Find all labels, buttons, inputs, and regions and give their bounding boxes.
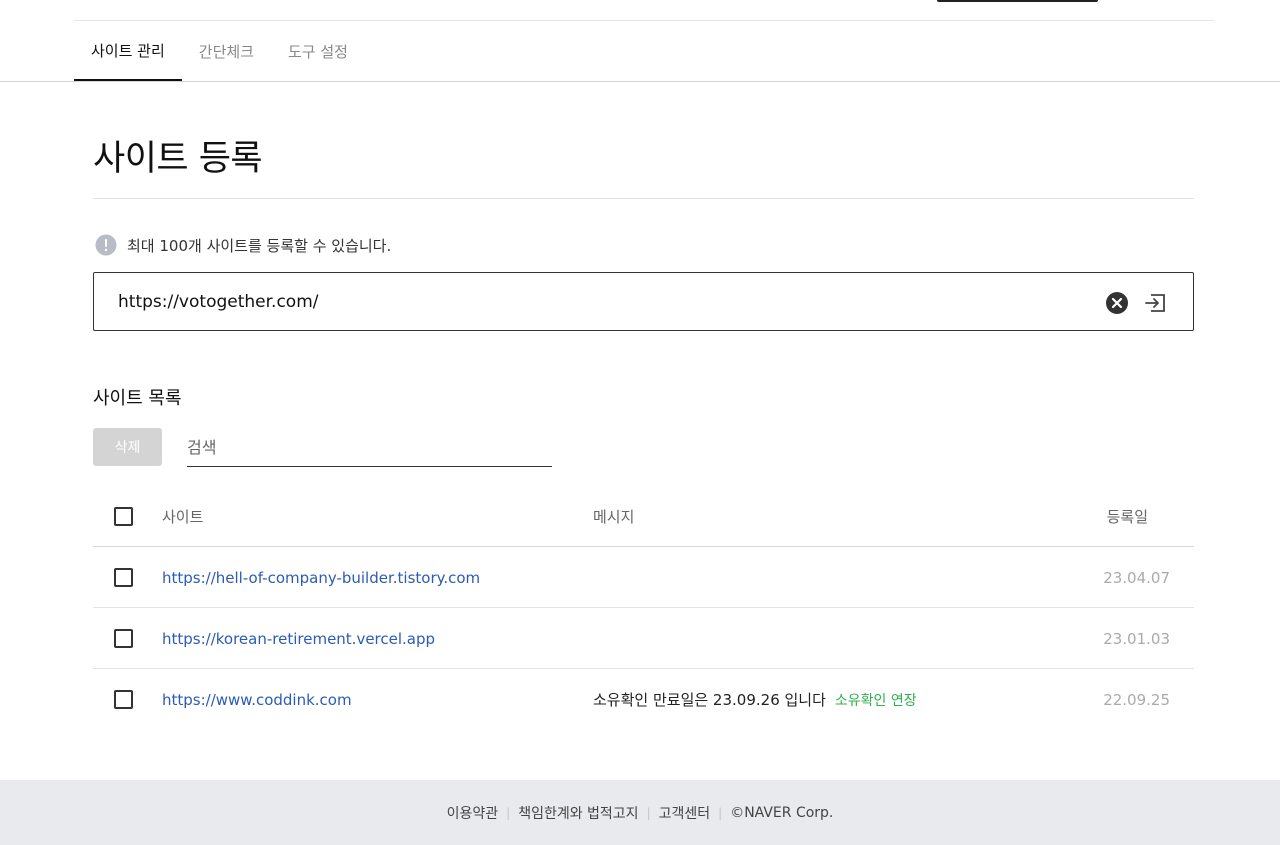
table-row: https://hell-of-company-builder.tistory.… — [93, 547, 1194, 608]
column-header-site: 사이트 — [162, 508, 204, 526]
tab-quick-check[interactable]: 간단체크 — [182, 21, 271, 81]
footer-separator: | — [646, 805, 651, 820]
row-checkbox[interactable] — [114, 690, 133, 709]
table-row: https://www.coddink.com 소유확인 만료일은 23.09.… — [93, 669, 1194, 730]
footer-terms-link[interactable]: 이용약관 — [447, 803, 499, 823]
select-all-checkbox[interactable] — [114, 507, 133, 526]
table-header: 사이트 메시지 등록일 — [93, 486, 1194, 547]
footer-support-link[interactable]: 고객센터 — [659, 803, 711, 823]
info-circle-icon — [95, 234, 117, 256]
ownership-expiry-message: 소유확인 만료일은 23.09.26 입니다 — [593, 691, 826, 709]
site-url-field — [93, 272, 1194, 331]
site-link[interactable]: https://korean-retirement.vercel.app — [162, 630, 435, 648]
column-header-date: 등록일 — [1106, 508, 1148, 526]
title-divider — [93, 198, 1194, 199]
table-row: https://korean-retirement.vercel.app 23.… — [93, 608, 1194, 669]
footer-disclaimer-link[interactable]: 책임한계와 법적고지 — [518, 803, 638, 823]
footer-separator: | — [506, 805, 511, 820]
row-checkbox[interactable] — [114, 568, 133, 587]
enter-submit-icon[interactable] — [1144, 292, 1167, 314]
row-checkbox[interactable] — [114, 629, 133, 648]
date-cell: 23.01.03 — [1103, 629, 1170, 648]
site-link[interactable]: https://www.coddink.com — [162, 691, 352, 709]
footer-separator: | — [718, 805, 723, 820]
notice-text: 최대 100개 사이트를 등록할 수 있습니다. — [127, 236, 392, 255]
header-edge — [937, 0, 1098, 2]
tab-tool-settings[interactable]: 도구 설정 — [271, 21, 365, 81]
site-cell: https://hell-of-company-builder.tistory.… — [162, 547, 480, 608]
site-table: 사이트 메시지 등록일 https://hell-of-company-buil… — [93, 486, 1194, 730]
search-input[interactable] — [187, 428, 552, 467]
footer: 이용약관 | 책임한계와 법적고지 | 고객센터 | ©NAVER Corp. — [0, 780, 1280, 845]
delete-button[interactable]: 삭제 — [93, 428, 162, 466]
main-tabs: 사이트 관리 간단체크 도구 설정 — [74, 21, 365, 81]
site-cell: https://korean-retirement.vercel.app — [162, 608, 435, 669]
date-cell: 22.09.25 — [1103, 690, 1170, 709]
site-cell: https://www.coddink.com — [162, 669, 352, 730]
site-limit-notice: 최대 100개 사이트를 등록할 수 있습니다. — [95, 234, 391, 256]
tab-site-management[interactable]: 사이트 관리 — [74, 21, 182, 81]
date-cell: 23.04.07 — [1103, 568, 1170, 587]
tabs-divider — [0, 81, 1280, 82]
site-link[interactable]: https://hell-of-company-builder.tistory.… — [162, 569, 480, 587]
site-list-title: 사이트 목록 — [93, 388, 182, 409]
message-cell: 소유확인 만료일은 23.09.26 입니다 소유확인 연장 — [593, 669, 917, 730]
site-url-input[interactable] — [118, 273, 1078, 330]
page-title: 사이트 등록 — [93, 139, 263, 179]
footer-copyright: ©NAVER Corp. — [730, 804, 834, 821]
clear-x-circle-icon[interactable] — [1106, 292, 1128, 314]
extend-ownership-link[interactable]: 소유확인 연장 — [835, 690, 917, 710]
column-header-message: 메시지 — [593, 508, 635, 526]
